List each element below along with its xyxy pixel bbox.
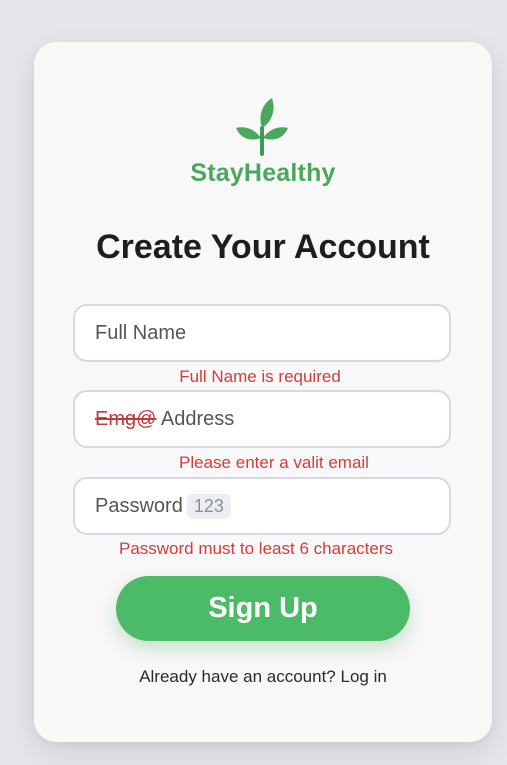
password-error: Password must to least 6 characters xyxy=(118,539,393,558)
password-placeholder: Password xyxy=(95,494,183,517)
email-placeholder: Address xyxy=(156,407,235,430)
brand-name: StayHealthy xyxy=(190,159,336,187)
password-input[interactable]: Password 123 xyxy=(73,477,451,535)
email-placeholder-struck: Emg@ xyxy=(95,407,157,430)
sign-up-button[interactable]: Sign Up xyxy=(116,576,410,641)
full-name-input[interactable]: Full Name xyxy=(73,304,451,362)
email-input[interactable]: Emg@ Address xyxy=(73,390,451,448)
signup-card: StayHealthy Create Your Account Full Nam… xyxy=(34,42,492,742)
full-name-placeholder: Full Name xyxy=(95,321,187,344)
password-hint-badge: 123 xyxy=(186,493,231,519)
login-link[interactable]: Already have an account? Log in xyxy=(34,667,492,687)
full-name-error: Full Name is required xyxy=(179,367,341,386)
leaf-sprout-icon xyxy=(236,98,288,156)
email-error: Please enter a valit email xyxy=(179,453,369,472)
page-title: Create Your Account xyxy=(96,228,430,266)
